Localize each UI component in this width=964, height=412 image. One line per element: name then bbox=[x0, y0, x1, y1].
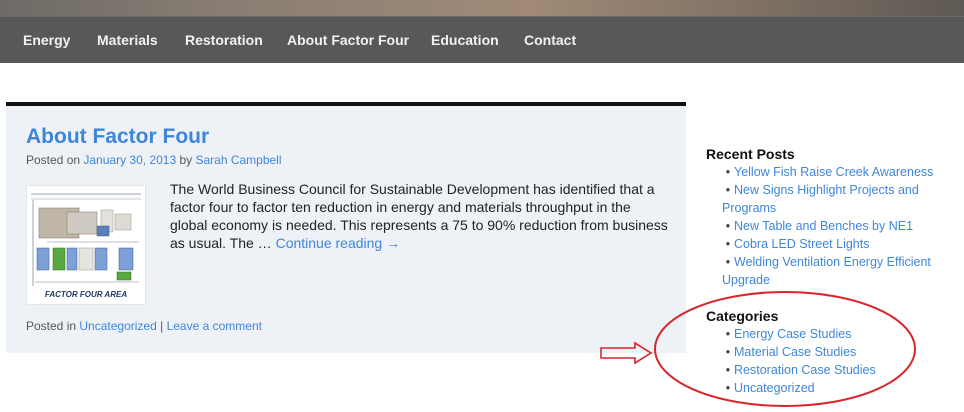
main-navigation: Energy Materials Restoration About Facto… bbox=[0, 16, 964, 63]
footer-separator: | bbox=[156, 319, 167, 333]
meta-prefix: Posted on bbox=[26, 153, 84, 167]
category-link-uncategorized[interactable]: Uncategorized bbox=[734, 381, 815, 395]
category-link[interactable]: Uncategorized bbox=[79, 319, 156, 333]
category-link-material[interactable]: Material Case Studies bbox=[734, 345, 856, 359]
thumbnail-caption: FACTOR FOUR AREA bbox=[44, 290, 128, 299]
recent-post-link[interactable]: New Signs Highlight Projects and Program… bbox=[722, 183, 919, 215]
footer-prefix: Posted in bbox=[26, 319, 80, 333]
category-link-restoration[interactable]: Restoration Case Studies bbox=[734, 363, 876, 377]
bullet-icon: • bbox=[725, 381, 731, 395]
category-item: • Uncategorized bbox=[722, 379, 952, 397]
nav-item-about-factor-four[interactable]: About Factor Four bbox=[287, 32, 409, 48]
author-link[interactable]: Sarah Campbell bbox=[195, 153, 281, 167]
nav-item-contact[interactable]: Contact bbox=[524, 32, 576, 48]
post-article: About Factor Four Posted on January 30, … bbox=[6, 106, 686, 353]
recent-post-link[interactable]: Cobra LED Street Lights bbox=[734, 237, 870, 251]
meta-by: by bbox=[176, 153, 196, 167]
post-excerpt: The World Business Council for Sustainab… bbox=[170, 180, 670, 252]
excerpt-text: The World Business Council for Sustainab… bbox=[170, 181, 668, 251]
post-meta: Posted on January 30, 2013 by Sarah Camp… bbox=[26, 153, 282, 167]
recent-post-item: • Welding Ventilation Energy Efficient Up… bbox=[722, 253, 952, 289]
recent-post-link[interactable]: New Table and Benches by NE1 bbox=[734, 219, 913, 233]
recent-post-item: • Cobra LED Street Lights bbox=[722, 235, 952, 253]
recent-post-item: • New Signs Highlight Projects and Progra… bbox=[722, 181, 952, 217]
bullet-icon: • bbox=[725, 363, 731, 377]
bullet-icon: • bbox=[725, 237, 731, 251]
post-title-link[interactable]: About Factor Four bbox=[26, 125, 209, 149]
nav-item-energy[interactable]: Energy bbox=[23, 32, 70, 48]
post-date-link[interactable]: January 30, 2013 bbox=[83, 153, 176, 167]
bullet-icon: • bbox=[725, 345, 731, 359]
categories-list: • Energy Case Studies • Material Case Stud… bbox=[722, 325, 952, 397]
header-image-strip bbox=[0, 0, 964, 16]
post-footer: Posted in Uncategorized | Leave a commen… bbox=[26, 319, 262, 333]
category-item: • Restoration Case Studies bbox=[722, 361, 952, 379]
categories-heading: Categories bbox=[706, 308, 779, 324]
site-map-image bbox=[27, 186, 145, 304]
recent-post-item: • Yellow Fish Raise Creek Awareness bbox=[722, 163, 952, 181]
recent-post-item: • New Table and Benches by NE1 bbox=[722, 217, 952, 235]
bullet-icon: • bbox=[725, 219, 731, 233]
recent-posts-heading: Recent Posts bbox=[706, 146, 795, 162]
bullet-icon: • bbox=[725, 327, 731, 341]
category-link-energy[interactable]: Energy Case Studies bbox=[734, 327, 851, 341]
recent-posts-list: • Yellow Fish Raise Creek Awareness • New … bbox=[722, 163, 952, 289]
continue-reading-link[interactable]: Continue reading → bbox=[276, 235, 401, 251]
nav-item-restoration[interactable]: Restoration bbox=[185, 32, 263, 48]
bullet-icon: • bbox=[725, 255, 731, 269]
nav-item-materials[interactable]: Materials bbox=[97, 32, 158, 48]
leave-comment-link[interactable]: Leave a comment bbox=[167, 319, 262, 333]
category-item: • Material Case Studies bbox=[722, 343, 952, 361]
post-thumbnail-map[interactable]: FACTOR FOUR AREA bbox=[26, 185, 146, 305]
category-item: • Energy Case Studies bbox=[722, 325, 952, 343]
recent-post-link[interactable]: Welding Ventilation Energy Efficient Upg… bbox=[722, 255, 931, 287]
bullet-icon: • bbox=[725, 165, 731, 179]
bullet-icon: • bbox=[725, 183, 731, 197]
recent-post-link[interactable]: Yellow Fish Raise Creek Awareness bbox=[734, 165, 933, 179]
nav-item-education[interactable]: Education bbox=[431, 32, 499, 48]
